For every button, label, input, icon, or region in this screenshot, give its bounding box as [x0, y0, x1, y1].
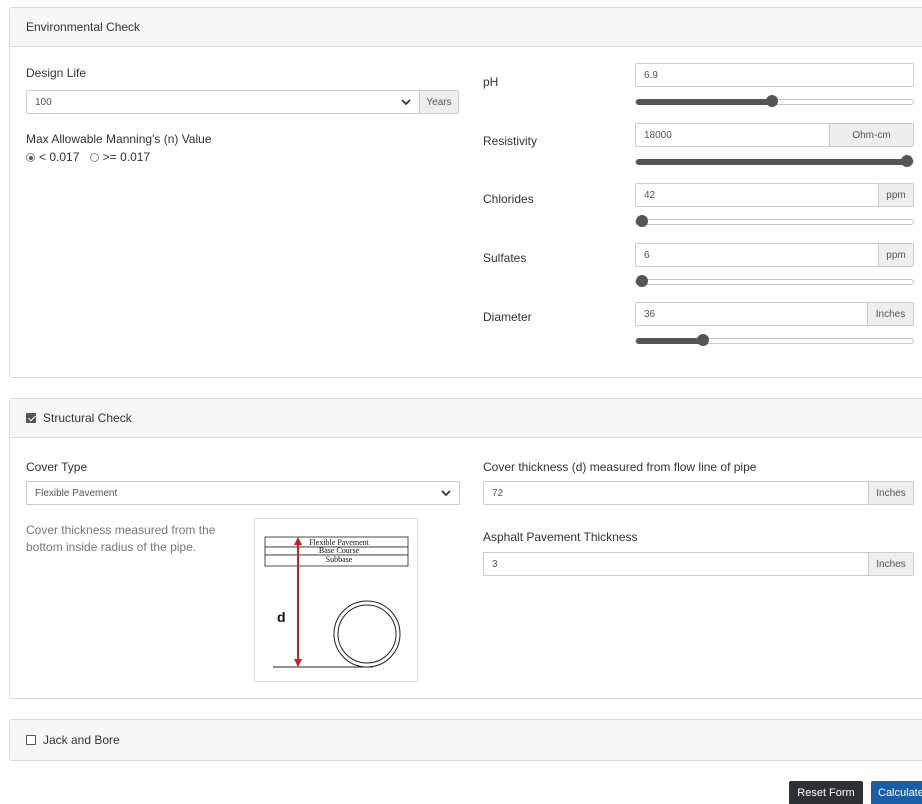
chlorides-label: Chlorides — [483, 192, 534, 206]
ph-slider[interactable] — [635, 95, 914, 107]
cover-type-value: Flexible Pavement — [35, 487, 118, 499]
chlorides-unit: ppm — [878, 183, 914, 207]
chlorides-slider[interactable] — [635, 215, 914, 227]
resistivity-unit: Ohm-cm — [829, 123, 914, 147]
manning-option-gte[interactable]: >= 0.017 — [89, 150, 150, 164]
resistivity-slider[interactable] — [635, 155, 914, 167]
diagram-d-label: d — [277, 609, 286, 625]
reset-form-button[interactable]: Reset Form — [789, 781, 863, 804]
ph-slider-fill — [636, 99, 772, 105]
cover-thickness-label: Cover thickness (d) measured from flow l… — [483, 460, 757, 474]
jack-bore-checkbox[interactable] — [26, 735, 36, 745]
resistivity-input[interactable]: 18000 — [635, 123, 830, 147]
resistivity-slider-fill — [636, 159, 907, 165]
sulfates-slider[interactable] — [635, 275, 914, 287]
chlorides-input[interactable]: 42 — [635, 183, 879, 207]
radio-unselected-icon — [89, 153, 99, 162]
asphalt-input[interactable]: 3 — [483, 552, 869, 576]
sulfates-input[interactable]: 6 — [635, 243, 879, 267]
chlorides-slider-thumb[interactable] — [636, 215, 648, 227]
diameter-slider-fill — [636, 338, 703, 344]
asphalt-unit: Inches — [868, 552, 914, 576]
design-life-value: 100 — [35, 96, 52, 108]
resistivity-slider-thumb[interactable] — [901, 155, 913, 167]
jack-bore-header: Jack and Bore — [10, 720, 922, 760]
design-life-select[interactable]: 100 — [26, 90, 420, 114]
cover-diagram: Flexible Pavement Base Course Subbase d — [254, 518, 418, 682]
diagram-layer2: Base Course — [319, 546, 360, 555]
diameter-label: Diameter — [483, 310, 532, 324]
diameter-slider[interactable] — [635, 334, 914, 346]
diagram-layer3: Subbase — [326, 555, 353, 564]
resistivity-label: Resistivity — [483, 134, 538, 148]
structural-title: Structural Check — [43, 411, 132, 425]
structural-checkbox[interactable] — [26, 413, 36, 423]
ph-slider-thumb[interactable] — [766, 95, 778, 107]
jack-bore-title: Jack and Bore — [43, 733, 120, 747]
ph-input[interactable]: 6.9 — [635, 63, 914, 87]
environmental-title: Environmental Check — [26, 20, 141, 34]
diameter-input[interactable]: 36 — [635, 302, 868, 326]
diameter-slider-thumb[interactable] — [697, 334, 709, 346]
design-life-label: Design Life — [26, 66, 87, 80]
sulfates-label: Sulfates — [483, 251, 527, 265]
design-life-unit: Years — [419, 90, 459, 114]
sulfates-slider-thumb[interactable] — [636, 275, 648, 287]
radio-selected-icon — [26, 153, 35, 162]
cover-type-label: Cover Type — [26, 460, 88, 474]
cover-type-select[interactable]: Flexible Pavement — [26, 481, 460, 505]
manning-radio-group: < 0.017 >= 0.017 — [26, 150, 150, 164]
pavement-diagram: Flexible Pavement Base Course Subbase d — [264, 536, 409, 668]
cover-help-text: Cover thickness measured from the bottom… — [26, 523, 216, 554]
sulfates-unit: ppm — [878, 243, 914, 267]
environmental-header: Environmental Check — [10, 8, 922, 47]
diameter-unit: Inches — [867, 302, 914, 326]
ph-label: pH — [483, 75, 499, 89]
manning-option-lt[interactable]: < 0.017 — [26, 150, 79, 164]
chevron-down-icon — [441, 490, 451, 497]
jack-bore-card: Jack and Bore — [9, 719, 922, 761]
manning-label: Max Allowable Manning's (n) Value — [26, 132, 212, 146]
structural-header: Structural Check — [10, 399, 922, 438]
asphalt-label: Asphalt Pavement Thickness — [483, 530, 638, 544]
cover-thickness-unit: Inches — [868, 481, 914, 505]
cover-thickness-input[interactable]: 72 — [483, 481, 869, 505]
calculate-button[interactable]: Calculate — [871, 781, 922, 804]
chevron-down-icon — [401, 99, 411, 106]
